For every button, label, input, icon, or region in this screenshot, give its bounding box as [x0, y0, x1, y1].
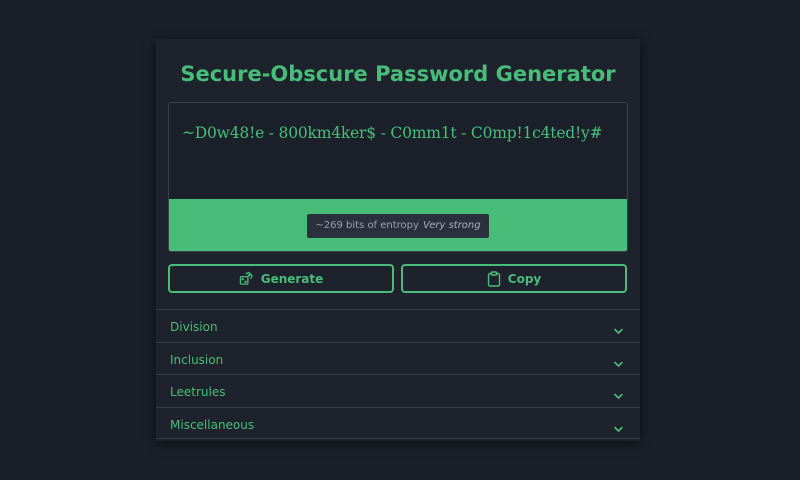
dice-icon	[239, 271, 254, 286]
page-title: Secure-Obscure Password Generator	[180, 62, 616, 86]
chevron-down-icon	[614, 418, 623, 437]
chevron-down-icon	[614, 353, 623, 372]
entropy-badge: ~269 bits of entropy Very strong	[307, 214, 489, 238]
section-label: Division	[170, 320, 218, 334]
chevron-down-icon	[614, 320, 623, 339]
section-inclusion[interactable]: Inclusion	[156, 342, 640, 374]
password-output[interactable]: ~D0w48!e - 800km4ker$ - C0mm1t - C0mp!1c…	[182, 121, 622, 145]
clipboard-icon	[487, 270, 501, 287]
section-leetrules[interactable]: Leetrules	[156, 374, 640, 406]
strength-label: Very strong	[422, 220, 481, 231]
section-division[interactable]: Division	[156, 309, 640, 341]
generate-button[interactable]: Generate	[168, 264, 394, 293]
strength-bar: ~269 bits of entropy Very strong	[169, 199, 627, 251]
section-label: Miscellaneous	[170, 418, 255, 432]
generator-card: Secure-Obscure Password Generator ~D0w48…	[156, 39, 640, 441]
password-output-box[interactable]: ~D0w48!e - 800km4ker$ - C0mm1t - C0mp!1c…	[168, 102, 628, 252]
generate-label: Generate	[260, 271, 324, 286]
copy-label: Copy	[507, 271, 542, 286]
section-label: Leetrules	[170, 385, 226, 399]
copy-button[interactable]: Copy	[401, 264, 627, 293]
entropy-text: ~269 bits of entropy	[315, 220, 419, 231]
section-miscellaneous[interactable]: Miscellaneous	[156, 407, 640, 439]
chevron-down-icon	[614, 385, 623, 404]
section-label: Inclusion	[170, 353, 224, 367]
